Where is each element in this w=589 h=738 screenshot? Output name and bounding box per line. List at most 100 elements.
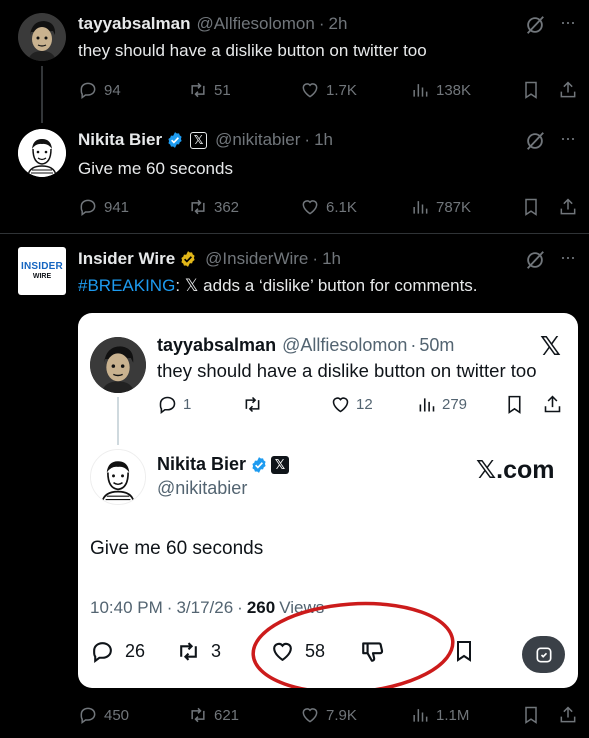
reply-count: 26 bbox=[125, 641, 146, 661]
grok-icon[interactable] bbox=[524, 249, 546, 271]
grok-button bbox=[522, 636, 565, 673]
view-count: 138K bbox=[436, 81, 472, 99]
share-icon[interactable] bbox=[558, 80, 578, 100]
repost-button[interactable]: 362 bbox=[188, 197, 239, 217]
avatar[interactable] bbox=[18, 13, 66, 61]
post-header: Insider Wire @InsiderWire · 1h bbox=[78, 249, 341, 269]
avatar[interactable] bbox=[18, 129, 66, 177]
share-icon[interactable] bbox=[558, 705, 578, 725]
grok-icon[interactable] bbox=[524, 14, 546, 36]
verified-icon bbox=[181, 251, 195, 267]
reply-count: 450 bbox=[104, 706, 130, 724]
brand-watermark: 𝕏.com bbox=[476, 456, 555, 484]
repost-icon bbox=[191, 199, 205, 215]
view-count: 1.1M bbox=[436, 706, 470, 724]
reply-icon bbox=[93, 642, 112, 663]
post-text: #BREAKING: 𝕏 adds a ‘dislike’ button for… bbox=[78, 276, 478, 296]
repost-count: 621 bbox=[214, 706, 240, 724]
author-handle[interactable]: @Allfiesolomon bbox=[196, 14, 314, 34]
post-time[interactable]: 1h bbox=[322, 249, 341, 269]
post-time[interactable]: 1h bbox=[314, 130, 333, 150]
author-handle: @nikitabier bbox=[157, 478, 248, 498]
like-icon bbox=[302, 83, 318, 98]
embedded-screenshot[interactable]: tayyabsalman @Allfiesolomon · 50m 𝕏 they… bbox=[78, 313, 578, 688]
like-button[interactable]: 7.9K bbox=[300, 705, 357, 725]
quoted-text: they should have a dislike button on twi… bbox=[157, 360, 537, 381]
reply-count: 1 bbox=[183, 396, 192, 413]
author-handle[interactable]: @nikitabier bbox=[215, 130, 300, 150]
divider bbox=[0, 233, 589, 234]
post-time: 10:40 PM bbox=[90, 598, 163, 617]
repost-icon bbox=[191, 707, 205, 723]
author-name[interactable]: Nikita Bier bbox=[78, 130, 162, 150]
bookmark-icon[interactable] bbox=[521, 80, 541, 100]
bookmark-icon[interactable] bbox=[521, 705, 541, 725]
like-button[interactable]: 1.7K bbox=[300, 80, 357, 100]
hashtag-link[interactable]: #BREAKING bbox=[78, 276, 175, 296]
post-date: 3/17/26 bbox=[176, 598, 234, 617]
like-icon bbox=[332, 397, 349, 413]
views-icon bbox=[419, 398, 435, 412]
main-post-header: Nikita Bier 𝕏 bbox=[157, 454, 290, 475]
verified-icon bbox=[168, 132, 182, 148]
view-count: 787K bbox=[436, 198, 472, 216]
post-text-body: : 𝕏 adds a ‘dislike’ button for comments… bbox=[175, 276, 478, 295]
avatar[interactable]: INSIDER WIRE bbox=[18, 247, 66, 295]
views-button[interactable]: 1.1M bbox=[410, 705, 469, 725]
avatar bbox=[90, 449, 146, 505]
author-name[interactable]: tayyabsalman bbox=[78, 14, 190, 34]
like-button: 12 bbox=[330, 394, 373, 415]
reply-button[interactable]: 941 bbox=[78, 197, 129, 217]
repost-icon bbox=[191, 82, 205, 98]
post-header: Nikita Bier 𝕏 @nikitabier · 1h bbox=[78, 130, 333, 150]
author-handle[interactable]: @InsiderWire bbox=[205, 249, 308, 269]
reply-button[interactable]: 94 bbox=[78, 80, 121, 100]
post-text: Give me 60 seconds bbox=[78, 159, 233, 178]
bookmark-icon[interactable] bbox=[521, 197, 541, 217]
like-icon bbox=[302, 200, 318, 215]
repost-count: 362 bbox=[214, 198, 240, 216]
share-icon bbox=[544, 395, 561, 413]
like-icon bbox=[302, 708, 318, 723]
repost-icon bbox=[180, 642, 197, 661]
quoted-header: tayyabsalman @Allfiesolomon · 50m bbox=[157, 335, 454, 356]
reply-button[interactable]: 450 bbox=[78, 705, 129, 725]
grok-icon bbox=[536, 647, 551, 662]
separator: · bbox=[166, 598, 173, 617]
x-logo: 𝕏 bbox=[540, 331, 561, 361]
repost-button bbox=[242, 394, 268, 415]
more-icon[interactable]: ··· bbox=[560, 128, 576, 149]
reply-icon bbox=[80, 707, 96, 724]
post-text: they should have a dislike button on twi… bbox=[78, 41, 427, 60]
reply-button: 1 bbox=[157, 394, 191, 415]
reply-count: 941 bbox=[104, 198, 130, 216]
like-count: 12 bbox=[356, 396, 373, 413]
reply-icon bbox=[159, 396, 176, 414]
bookmark-icon bbox=[508, 395, 521, 414]
repost-button[interactable]: 51 bbox=[188, 80, 231, 100]
x-affiliate-icon: 𝕏 bbox=[190, 131, 208, 149]
reply-button: 26 bbox=[90, 639, 145, 664]
post-time: 50m bbox=[419, 335, 455, 355]
like-button[interactable]: 6.1K bbox=[300, 197, 357, 217]
separator: · bbox=[312, 249, 319, 268]
repost-button[interactable]: 621 bbox=[188, 705, 239, 725]
separator: · bbox=[237, 598, 243, 617]
avatar bbox=[90, 337, 146, 393]
post-time[interactable]: 2h bbox=[329, 14, 348, 34]
author-handle: @Allfiesolomon bbox=[282, 335, 408, 355]
share-icon[interactable] bbox=[558, 197, 578, 217]
views-button[interactable]: 138K bbox=[410, 80, 471, 100]
author-name[interactable]: Insider Wire bbox=[78, 249, 175, 269]
thread-line bbox=[41, 66, 43, 123]
more-icon[interactable]: ··· bbox=[560, 247, 576, 268]
x-affiliate-icon: 𝕏 bbox=[271, 455, 290, 474]
grok-icon[interactable] bbox=[524, 130, 546, 152]
views-icon bbox=[413, 84, 428, 97]
repost-icon bbox=[245, 396, 260, 413]
like-count: 6.1K bbox=[326, 198, 357, 216]
verified-icon bbox=[252, 456, 266, 473]
views-button[interactable]: 787K bbox=[410, 197, 471, 217]
more-icon[interactable]: ··· bbox=[560, 12, 576, 33]
views-icon bbox=[413, 709, 428, 722]
